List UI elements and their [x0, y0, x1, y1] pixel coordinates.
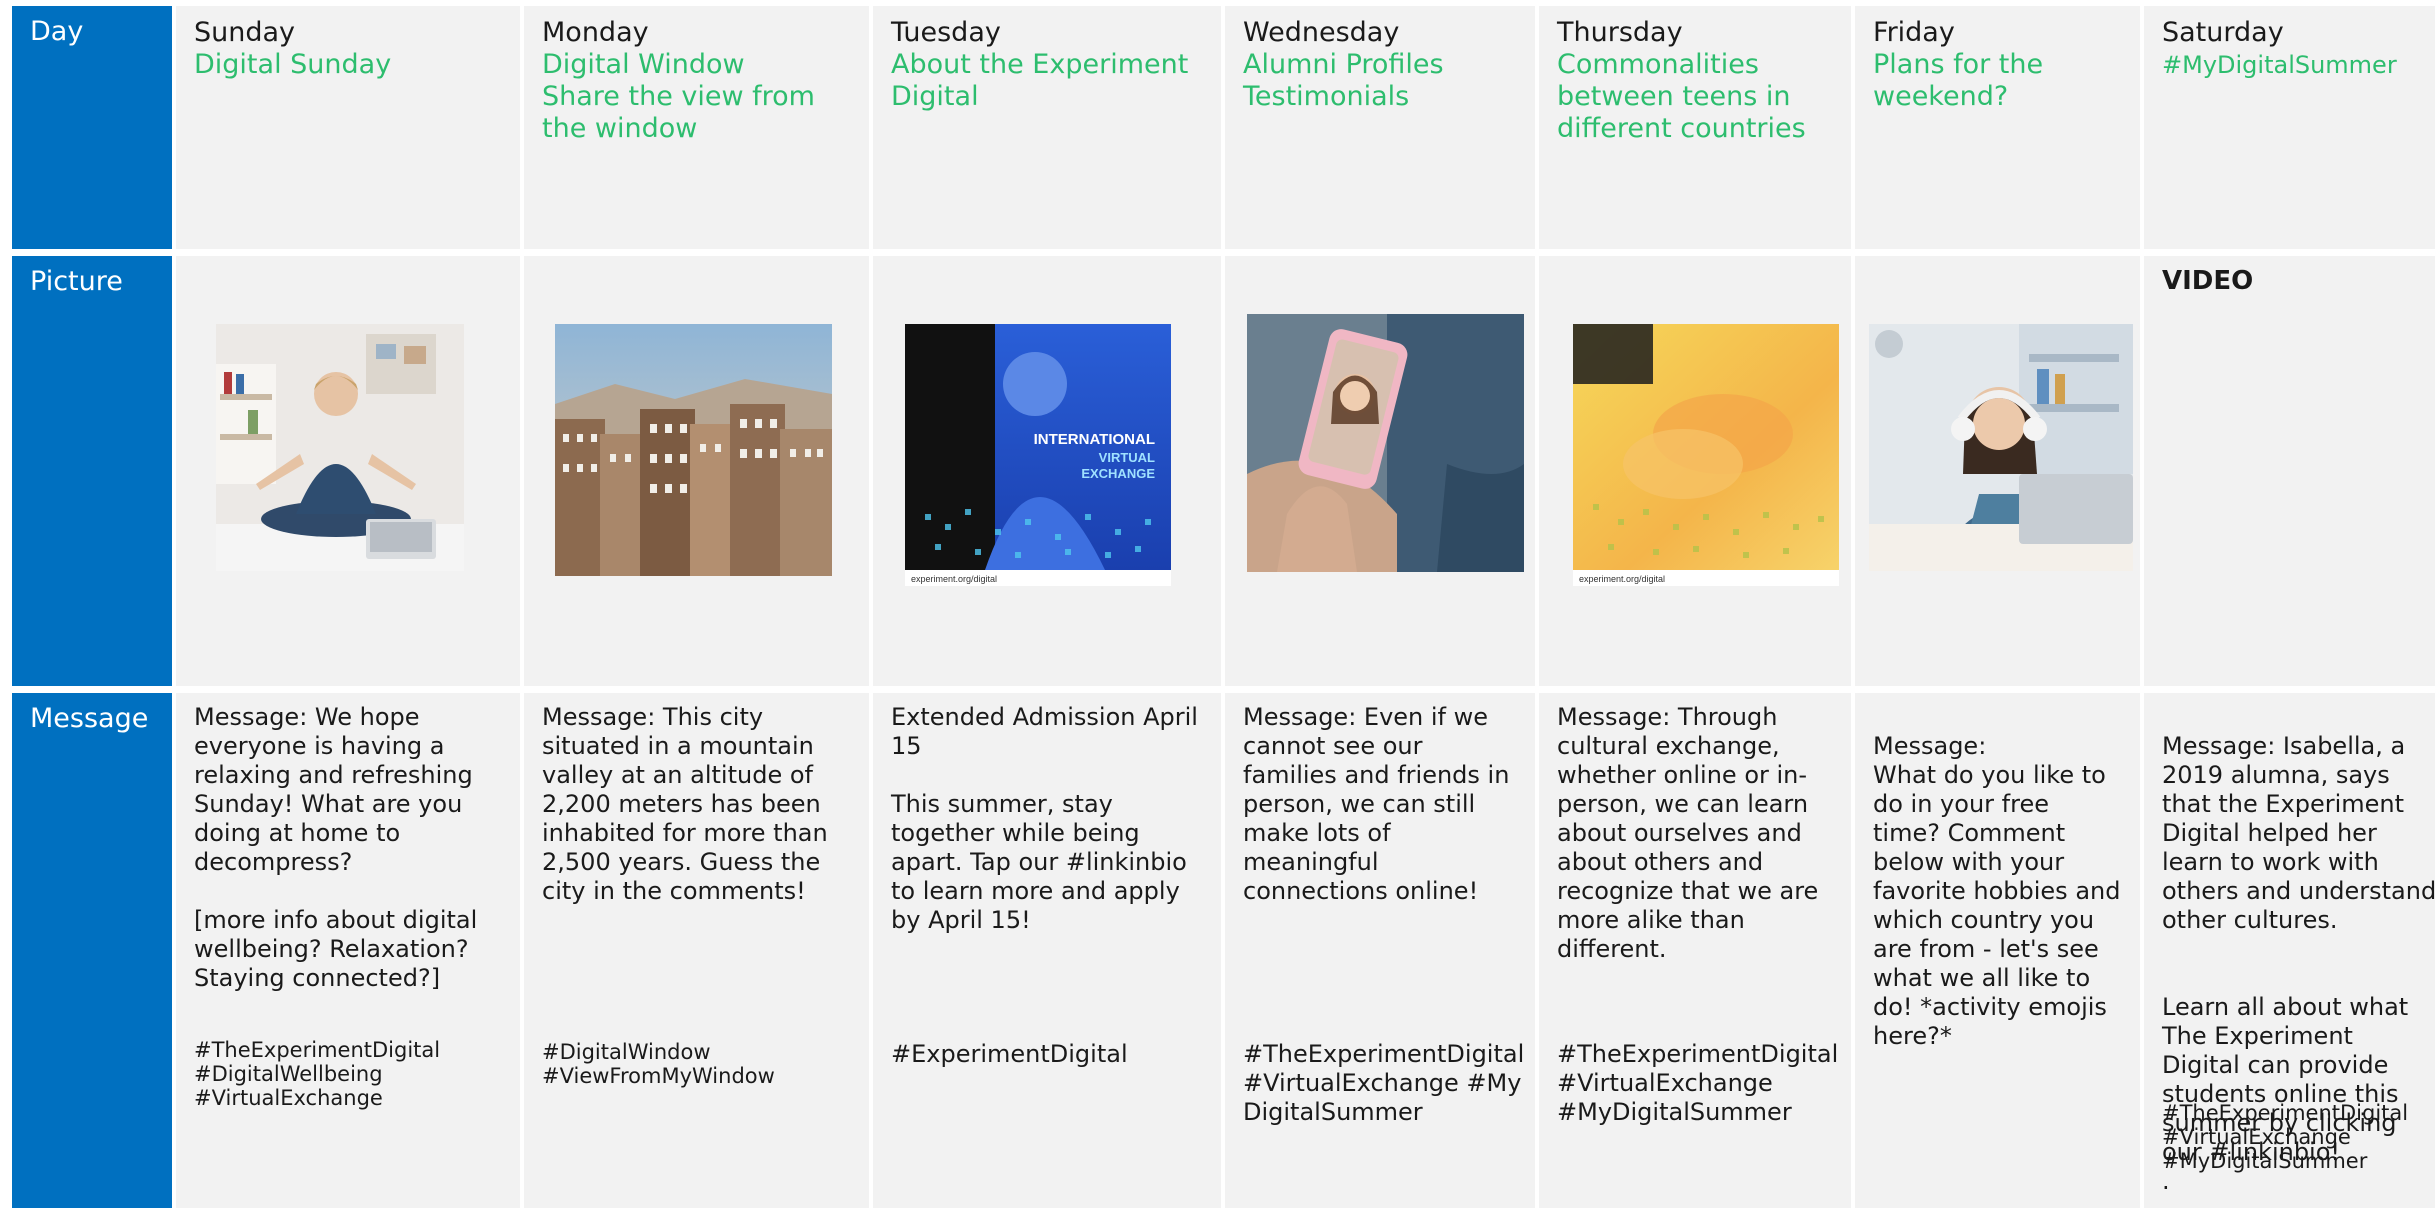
poster-subtitle-1: VIRTUAL [1099, 450, 1155, 465]
hashtag: #TheExperimentDigital [2162, 1101, 2409, 1125]
message-cell-monday: Message: This city situated in a mountai… [524, 693, 869, 1208]
message-text: Message: This city situated in a mountai… [524, 693, 869, 906]
old-city-image [555, 324, 832, 576]
message-paragraph: Extended Admission April 15 [891, 703, 1198, 760]
message-paragraph: [more info about digital wellbeing? Rela… [194, 906, 478, 992]
message-paragraph: Message: Isabella, a 2019 alumna, says t… [2162, 732, 2435, 934]
poster-footer: experiment.org/digital [1579, 574, 1665, 584]
hashtag: #MyDigitalSummer [1557, 1098, 1792, 1126]
hashtag: #VirtualExchange [2162, 1125, 2351, 1149]
hashtag: #ExperimentDigital [891, 1040, 1128, 1068]
hashtag: #TheExperimentDigital #VirtualExchange #… [1243, 1040, 1525, 1126]
content-calendar-table: Day Sunday Digital Sunday Monday Digital… [12, 6, 2435, 1208]
picture-cell-friday [1855, 256, 2140, 686]
row-header-message: Message [12, 693, 172, 1208]
row-header-day: Day [12, 6, 172, 249]
hashtags: #TheExperimentDigital #VirtualExchange #… [1557, 1040, 1841, 1127]
message-paragraph: Message: This city situated in a mountai… [542, 703, 828, 905]
hashtags: #ExperimentDigital [891, 1040, 1211, 1069]
day-name: Thursday [1557, 17, 1683, 48]
day-cell-wednesday: Wednesday Alumni Profiles Testimonials [1225, 6, 1535, 249]
hashtag: #TheExperimentDigital [194, 1038, 441, 1062]
day-topic: About the Experiment Digital [891, 49, 1189, 112]
girl-headphones-laptop-image [1869, 324, 2133, 571]
message-cell-friday: Message: What do you like to do in your … [1855, 693, 2140, 1208]
message-cell-wednesday: Message: Even if we cannot see our famil… [1225, 693, 1535, 1208]
day-cell-monday: Monday Digital Window Share the view fro… [524, 6, 869, 249]
woman-meditating-image [216, 324, 464, 571]
day-topic: Commonalities between teens in different… [1557, 49, 1806, 144]
hashtags: #TheExperimentDigital #VirtualExchange #… [1243, 1040, 1525, 1127]
picture-cell-sunday [176, 256, 520, 686]
message-text: Message: Even if we cannot see our famil… [1225, 693, 1535, 906]
virtual-exchange-poster-image: INTERNATIONAL VIRTUAL EXCHANGE experimen… [905, 324, 1171, 586]
day-topic: #MyDigitalSummer [2162, 51, 2397, 79]
message-text: Message: We hope everyone is having a re… [176, 693, 520, 993]
hashtag: #VirtualExchange [194, 1086, 383, 1110]
message-paragraph: Message: Even if we cannot see our famil… [1243, 703, 1510, 905]
hashtag: #VirtualExchange [1557, 1069, 1773, 1097]
message-cell-sunday: Message: We hope everyone is having a re… [176, 693, 520, 1208]
message-text: Extended Admission April 15 This summer,… [873, 693, 1221, 935]
hashtag: #DigitalWellbeing [194, 1062, 383, 1086]
picture-cell-monday [524, 256, 869, 686]
day-name: Friday [1873, 17, 1955, 48]
day-cell-tuesday: Tuesday About the Experiment Digital [873, 6, 1221, 249]
message-cell-saturday: Message: Isabella, a 2019 alumna, says t… [2144, 693, 2435, 1208]
hashtags: #DigitalWindow #ViewFromMyWindow [542, 1040, 859, 1088]
day-name: Monday [542, 17, 649, 48]
video-label: VIDEO [2162, 266, 2254, 296]
message-paragraph: This summer, stay together while being a… [891, 790, 1187, 934]
day-topic: Plans for the weekend? [1873, 49, 2044, 112]
message-paragraph: Message: What do you like to do in your … [1873, 732, 2121, 1050]
picture-cell-thursday: experiment.org/digital [1539, 256, 1851, 686]
day-cell-saturday: Saturday #MyDigitalSummer [2144, 6, 2435, 249]
day-name: Tuesday [891, 17, 1001, 48]
hashtag: #DigitalWindow [542, 1040, 711, 1064]
message-paragraph: Message: Through cultural exchange, whet… [1557, 703, 1819, 963]
day-name: Sunday [194, 17, 296, 48]
poster-subtitle-2: EXCHANGE [1081, 466, 1155, 481]
hashtags: #TheExperimentDigital #DigitalWellbeing … [194, 1038, 510, 1110]
day-name: Saturday [2162, 17, 2284, 48]
poster-title: INTERNATIONAL [1034, 431, 1155, 448]
hashtag: #TheExperimentDigital [1557, 1040, 1839, 1068]
day-name: Wednesday [1243, 17, 1400, 48]
message-cell-tuesday: Extended Admission April 15 This summer,… [873, 693, 1221, 1208]
poster-footer: experiment.org/digital [911, 574, 997, 584]
hashtag: #ViewFromMyWindow [542, 1064, 775, 1088]
hashtag: #MyDigitalSummer [2162, 1149, 2368, 1173]
day-topic: Alumni Profiles Testimonials [1243, 49, 1444, 112]
day-topic: Digital Sunday [194, 49, 392, 80]
message-paragraph: Message: We hope everyone is having a re… [194, 703, 473, 876]
smartphone-video-call-image [1247, 314, 1524, 572]
row-header-picture: Picture [12, 256, 172, 686]
picture-cell-saturday: VIDEO [2144, 256, 2435, 686]
day-topic: Digital Window Share the view from the w… [542, 49, 815, 144]
day-cell-sunday: Sunday Digital Sunday [176, 6, 520, 249]
message-text: Message: Through cultural exchange, whet… [1539, 693, 1851, 964]
message-text: Message: What do you like to do in your … [1855, 693, 2140, 1080]
message-cell-thursday: Message: Through cultural exchange, whet… [1539, 693, 1851, 1208]
day-cell-friday: Friday Plans for the weekend? [1855, 6, 2140, 249]
friends-yellow-poster-image: experiment.org/digital [1573, 324, 1839, 586]
hashtags: #TheExperimentDigital #VirtualExchange #… [2162, 1101, 2435, 1173]
picture-cell-wednesday [1225, 256, 1535, 686]
day-cell-thursday: Thursday Commonalities between teens in … [1539, 6, 1851, 249]
picture-cell-tuesday: INTERNATIONAL VIRTUAL EXCHANGE experimen… [873, 256, 1221, 686]
